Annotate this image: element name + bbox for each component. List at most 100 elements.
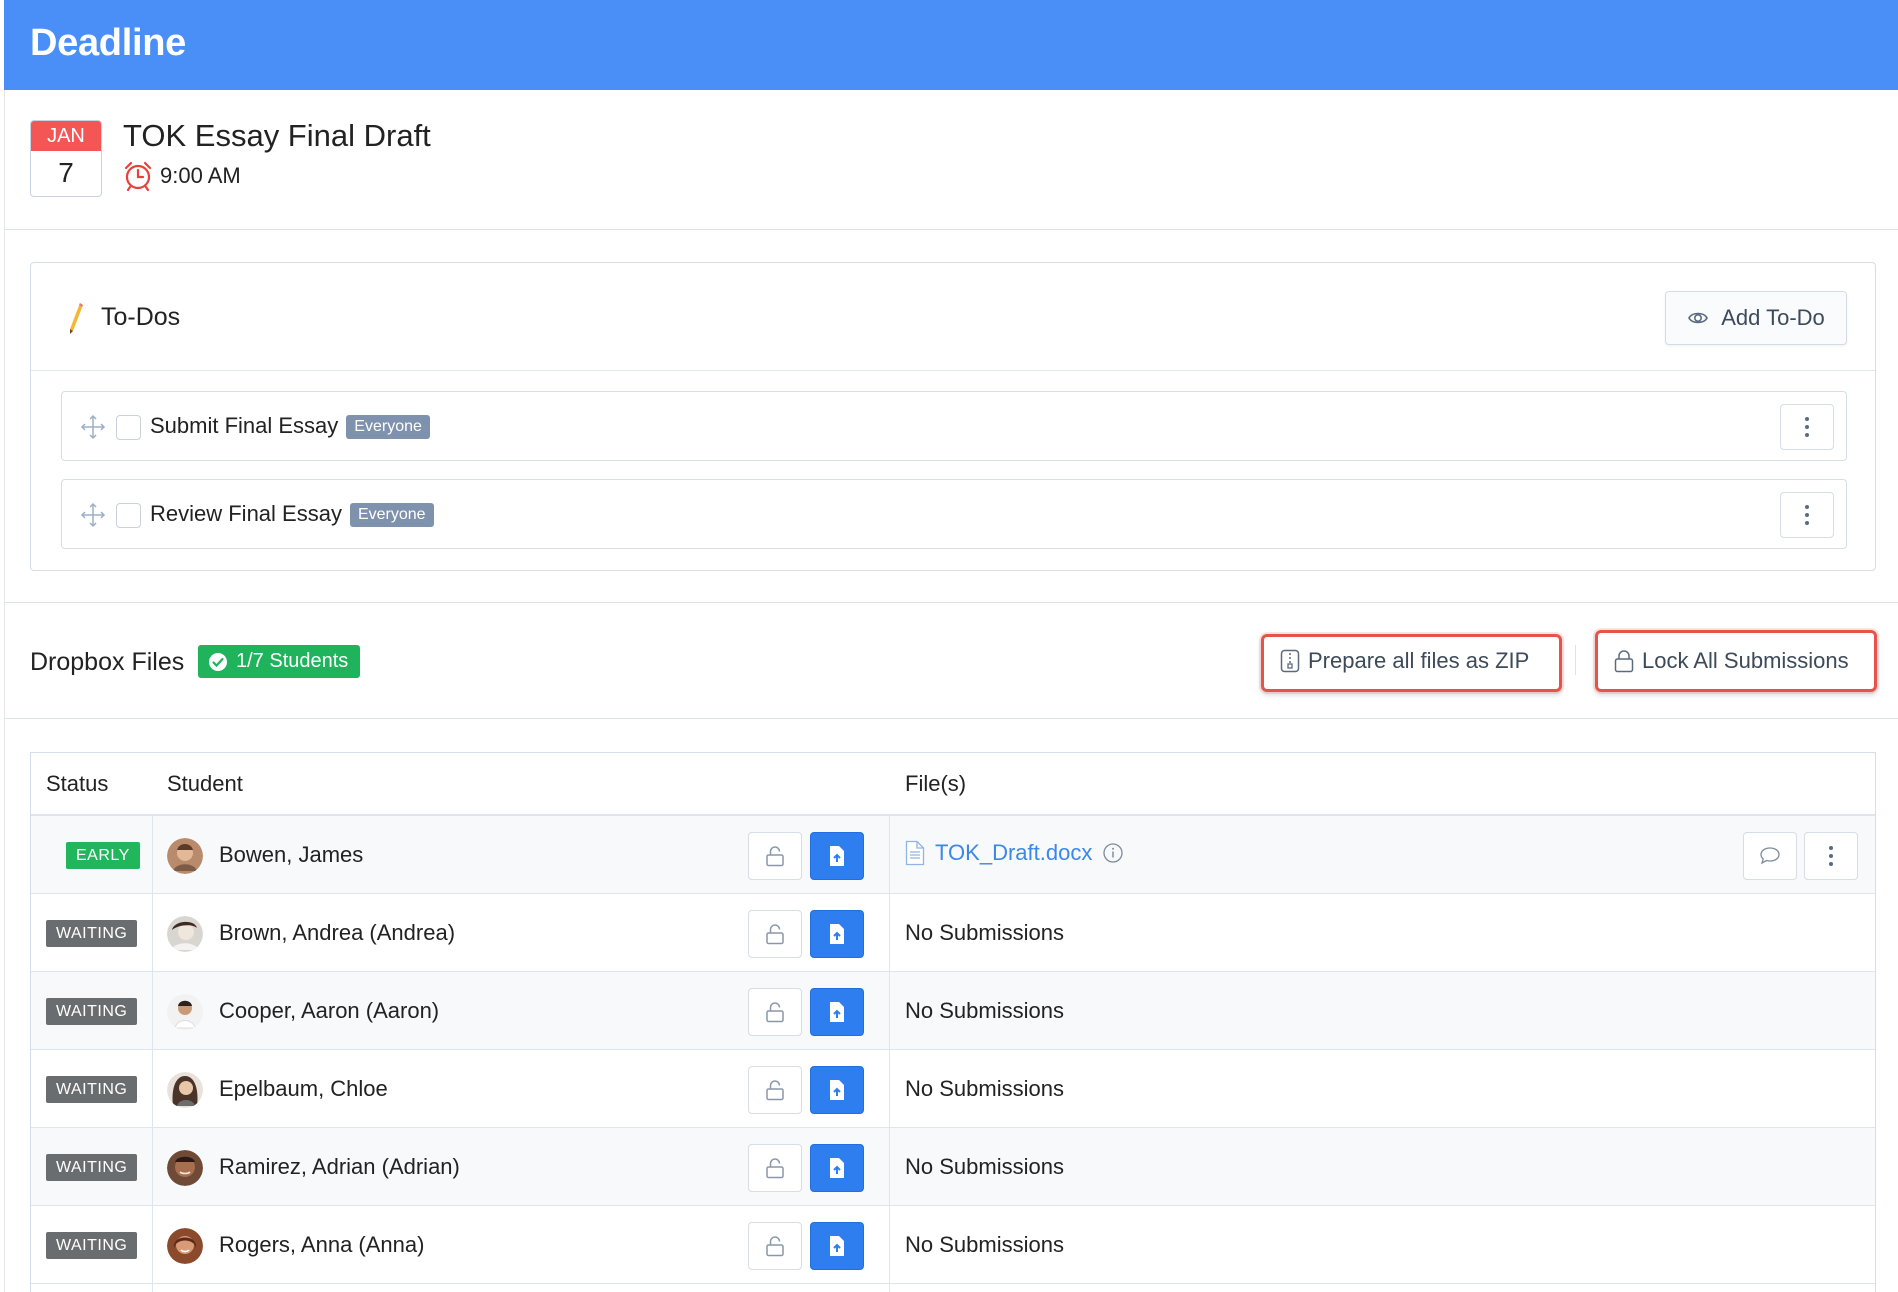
audience-tag: Everyone <box>349 503 434 527</box>
avatar <box>167 1072 203 1108</box>
lock-icon <box>1614 650 1634 673</box>
prepare-zip-label: Prepare all files as ZIP <box>1308 648 1530 673</box>
table-row: WAITING Brown, Andrea (Andrea) No Submis… <box>31 894 1875 972</box>
student-name[interactable]: Epelbaum, Chloe <box>219 1076 388 1102</box>
todo-checkbox[interactable] <box>116 415 141 440</box>
dropbox-title: Dropbox Files <box>30 648 185 676</box>
lock-submission-button[interactable] <box>748 832 802 880</box>
todo-menu-button[interactable] <box>1780 492 1834 538</box>
student-name[interactable]: Ramirez, Adrian (Adrian) <box>219 1154 460 1180</box>
file-upload-icon <box>830 1002 844 1022</box>
status-badge: WAITING <box>46 1154 138 1181</box>
lock-all-label: Lock All Submissions <box>1642 648 1849 673</box>
lock-submission-button[interactable] <box>748 988 802 1036</box>
column-header-student: Student <box>167 771 243 796</box>
students-count-label: 1/7 Students <box>236 650 349 672</box>
column-divider <box>152 815 153 1292</box>
divider <box>1575 645 1576 675</box>
divider <box>4 718 1898 719</box>
student-name[interactable]: Cooper, Aaron (Aaron) <box>219 998 439 1024</box>
file-upload-icon <box>830 846 844 866</box>
upload-file-button[interactable] <box>810 910 864 958</box>
lock-submission-button[interactable] <box>748 1222 802 1270</box>
avatar <box>167 1150 203 1186</box>
no-submissions-text: No Submissions <box>905 920 1064 945</box>
table-row: WAITING Cooper, Aaron (Aaron) No Submiss… <box>31 972 1875 1050</box>
document-icon <box>905 840 925 866</box>
file-upload-icon <box>830 1158 844 1178</box>
no-submissions-text: No Submissions <box>905 1232 1064 1257</box>
upload-file-button[interactable] <box>810 1066 864 1114</box>
todo-checkbox[interactable] <box>116 503 141 528</box>
avatar <box>167 1228 203 1264</box>
info-icon[interactable] <box>1102 842 1124 864</box>
comment-button[interactable] <box>1743 832 1797 880</box>
todos-header: To-Dos Add To-Do <box>31 263 1875 371</box>
status-badge: WAITING <box>46 998 138 1025</box>
column-header-status: Status <box>46 771 109 796</box>
table-row: EARLY Bowen, James TOK_Draft.docx <box>31 816 1875 894</box>
column-header-files: File(s) <box>905 771 967 796</box>
no-submissions-text: No Submissions <box>905 998 1064 1023</box>
calendar-badge: JAN 7 <box>30 120 102 197</box>
deadline-time: 9:00 AM <box>122 160 241 192</box>
avatar <box>167 916 203 952</box>
lock-all-button[interactable]: Lock All Submissions <box>1614 648 1849 674</box>
add-todo-label: Add To-Do <box>1721 305 1825 330</box>
file-upload-icon <box>830 1080 844 1100</box>
calendar-month: JAN <box>31 121 101 151</box>
check-circle-icon <box>209 652 227 671</box>
comment-icon <box>1760 847 1780 865</box>
status-badge: WAITING <box>46 1232 138 1259</box>
unlock-icon <box>766 1002 784 1023</box>
todo-text: Submit Final Essay <box>150 413 339 438</box>
page-title: Deadline <box>30 22 186 64</box>
todo-item: Submit Final Essay Everyone <box>61 391 1847 461</box>
file-upload-icon <box>830 924 844 944</box>
unlock-icon <box>766 1158 784 1179</box>
avatar <box>167 994 203 1030</box>
file-link[interactable]: TOK_Draft.docx <box>905 840 1124 866</box>
student-name[interactable]: Rogers, Anna (Anna) <box>219 1232 424 1258</box>
status-badge: WAITING <box>46 920 138 947</box>
zip-file-icon <box>1280 649 1300 673</box>
table-row: WAITING Rogers, Anna (Anna) No Submissio… <box>31 1206 1875 1284</box>
student-name[interactable]: Bowen, James <box>219 842 363 868</box>
todo-label: Submit Final Essay Everyone <box>150 413 430 439</box>
todo-label: Review Final Essay Everyone <box>150 501 434 527</box>
column-divider <box>889 815 890 1292</box>
prepare-zip-button[interactable]: Prepare all files as ZIP <box>1280 648 1529 674</box>
status-badge: WAITING <box>46 1076 138 1103</box>
todo-menu-button[interactable] <box>1780 404 1834 450</box>
deadline-time-label: 9:00 AM <box>160 163 241 188</box>
submissions-table: Status Student File(s) EARLY Bowen, Jame… <box>30 752 1876 1292</box>
alarm-clock-icon <box>124 161 152 192</box>
lock-submission-button[interactable] <box>748 1066 802 1114</box>
unlock-icon <box>766 924 784 945</box>
pencil-icon <box>70 303 83 334</box>
divider <box>4 229 1898 230</box>
lock-submission-button[interactable] <box>748 910 802 958</box>
unlock-icon <box>766 846 784 867</box>
drag-handle-icon[interactable] <box>80 502 106 528</box>
upload-file-button[interactable] <box>810 1144 864 1192</box>
add-todo-button[interactable]: Add To-Do <box>1665 291 1847 345</box>
file-name[interactable]: TOK_Draft.docx <box>935 840 1092 866</box>
row-menu-button[interactable] <box>1804 832 1858 880</box>
eye-icon <box>1688 312 1709 324</box>
unlock-icon <box>766 1080 784 1101</box>
audience-tag: Everyone <box>346 415 430 439</box>
todos-title: To-Dos <box>101 303 181 331</box>
file-upload-icon <box>830 1236 844 1256</box>
upload-file-button[interactable] <box>810 1222 864 1270</box>
table-row: WAITING Ramirez, Adrian (Adrian) No Subm… <box>31 1128 1875 1206</box>
divider <box>4 602 1898 603</box>
status-badge: EARLY <box>66 842 140 869</box>
drag-handle-icon[interactable] <box>80 414 106 440</box>
student-name[interactable]: Brown, Andrea (Andrea) <box>219 920 455 946</box>
lock-submission-button[interactable] <box>748 1144 802 1192</box>
todos-card: To-Dos Add To-Do Submit Final Essay Every… <box>30 262 1876 571</box>
upload-file-button[interactable] <box>810 832 864 880</box>
upload-file-button[interactable] <box>810 988 864 1036</box>
calendar-day: 7 <box>58 157 74 188</box>
